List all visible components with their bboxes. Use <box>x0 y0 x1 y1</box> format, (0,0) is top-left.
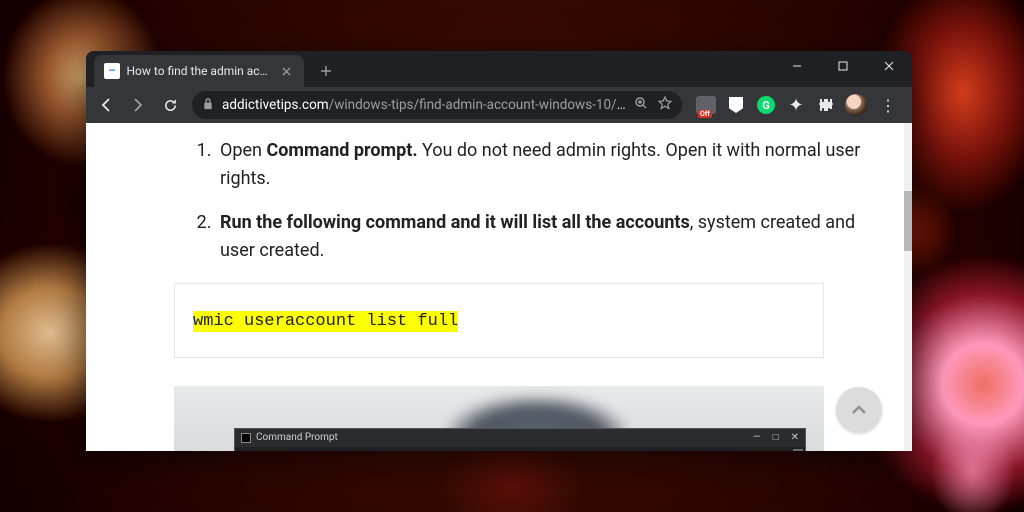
minimize-button[interactable] <box>774 51 820 81</box>
command-prompt-titlebar: Command Prompt — □ ✕ <box>235 429 805 447</box>
browser-toolbar: addictivetips.com/windows-tips/find-admi… <box>86 87 912 123</box>
cmd-scrollbar <box>793 449 803 451</box>
url-text: addictivetips.com/windows-tips/find-admi… <box>222 97 626 113</box>
tab-favicon-icon: ••• <box>104 63 120 79</box>
embedded-screenshot: Command Prompt — □ ✕ Domain=DESKTOP-0BST… <box>174 386 824 451</box>
browser-tab[interactable]: ••• How to find the admin account o <box>94 55 304 87</box>
command-prompt-body: Domain=DESKTOP-0BST82C FullName= <box>235 447 805 451</box>
cmd-close-icon: ✕ <box>791 430 799 446</box>
close-window-button[interactable] <box>866 51 912 81</box>
back-button[interactable] <box>92 91 120 119</box>
step-2: Run the following command and it will li… <box>216 209 866 265</box>
extension-settings-star-icon[interactable]: ✦ <box>784 93 808 117</box>
window-controls <box>774 51 912 81</box>
new-tab-button[interactable] <box>312 57 340 85</box>
tab-close-button[interactable] <box>279 63 295 79</box>
bookmark-star-icon[interactable] <box>658 96 672 114</box>
extension-off-icon[interactable] <box>694 93 718 117</box>
profile-avatar[interactable] <box>844 93 868 117</box>
page-scrollbar-thumb[interactable] <box>904 191 912 251</box>
code-text[interactable]: wmic useraccount list full <box>193 311 458 332</box>
scroll-to-top-button[interactable] <box>836 387 882 433</box>
extension-grammarly-icon[interactable]: G <box>754 93 778 117</box>
cmd-output-line: Domain=DESKTOP-0BST82C <box>243 449 797 451</box>
browser-titlebar: ••• How to find the admin account o <box>86 51 912 87</box>
extensions-puzzle-icon[interactable] <box>814 93 838 117</box>
step-1: Open Command prompt. You do not need adm… <box>216 137 866 193</box>
extension-flag-icon[interactable] <box>724 93 748 117</box>
page-content: Open Command prompt. You do not need adm… <box>86 123 912 451</box>
maximize-button[interactable] <box>820 51 866 81</box>
zoom-icon[interactable] <box>634 96 648 114</box>
reload-button[interactable] <box>156 91 184 119</box>
forward-button[interactable] <box>124 91 152 119</box>
article-body: Open Command prompt. You do not need adm… <box>86 123 912 451</box>
code-block: wmic useraccount list full <box>174 283 824 358</box>
cmd-maximize-icon: □ <box>773 430 779 446</box>
extension-icons: G ✦ ⋮ <box>690 93 906 117</box>
browser-window: ••• How to find the admin account o <box>86 51 912 451</box>
browser-menu-button[interactable]: ⋮ <box>874 96 902 115</box>
page-scrollbar-track[interactable] <box>904 123 912 451</box>
address-bar[interactable]: addictivetips.com/windows-tips/find-admi… <box>192 91 682 119</box>
command-prompt-window: Command Prompt — □ ✕ Domain=DESKTOP-0BST… <box>234 428 806 451</box>
command-prompt-icon <box>241 433 251 443</box>
lock-icon <box>202 97 214 114</box>
cmd-minimize-icon: — <box>753 430 761 446</box>
command-prompt-title: Command Prompt <box>256 430 338 446</box>
tab-title: How to find the admin account o <box>127 64 272 78</box>
